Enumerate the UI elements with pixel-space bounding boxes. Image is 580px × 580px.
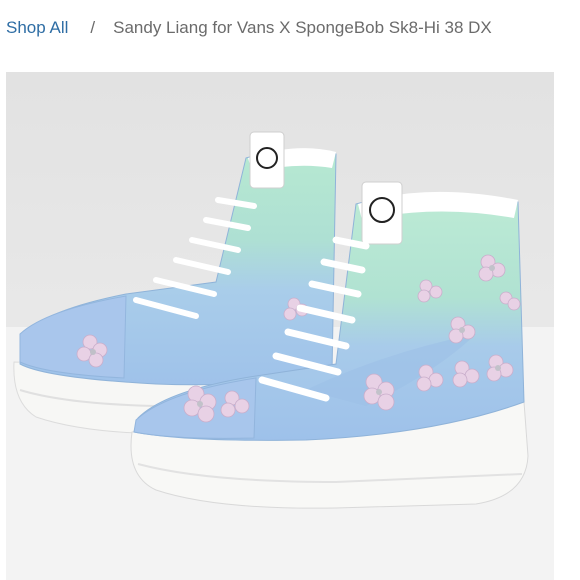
product-image[interactable] [6,72,554,580]
breadcrumb-current-product: Sandy Liang for Vans X SpongeBob Sk8-Hi … [113,18,492,37]
breadcrumb-separator: / [90,18,96,37]
sneaker-photo-icon [6,72,554,580]
breadcrumb: Shop All / Sandy Liang for Vans X Sponge… [6,16,492,40]
breadcrumb-shop-all-link[interactable]: Shop All [6,18,68,38]
